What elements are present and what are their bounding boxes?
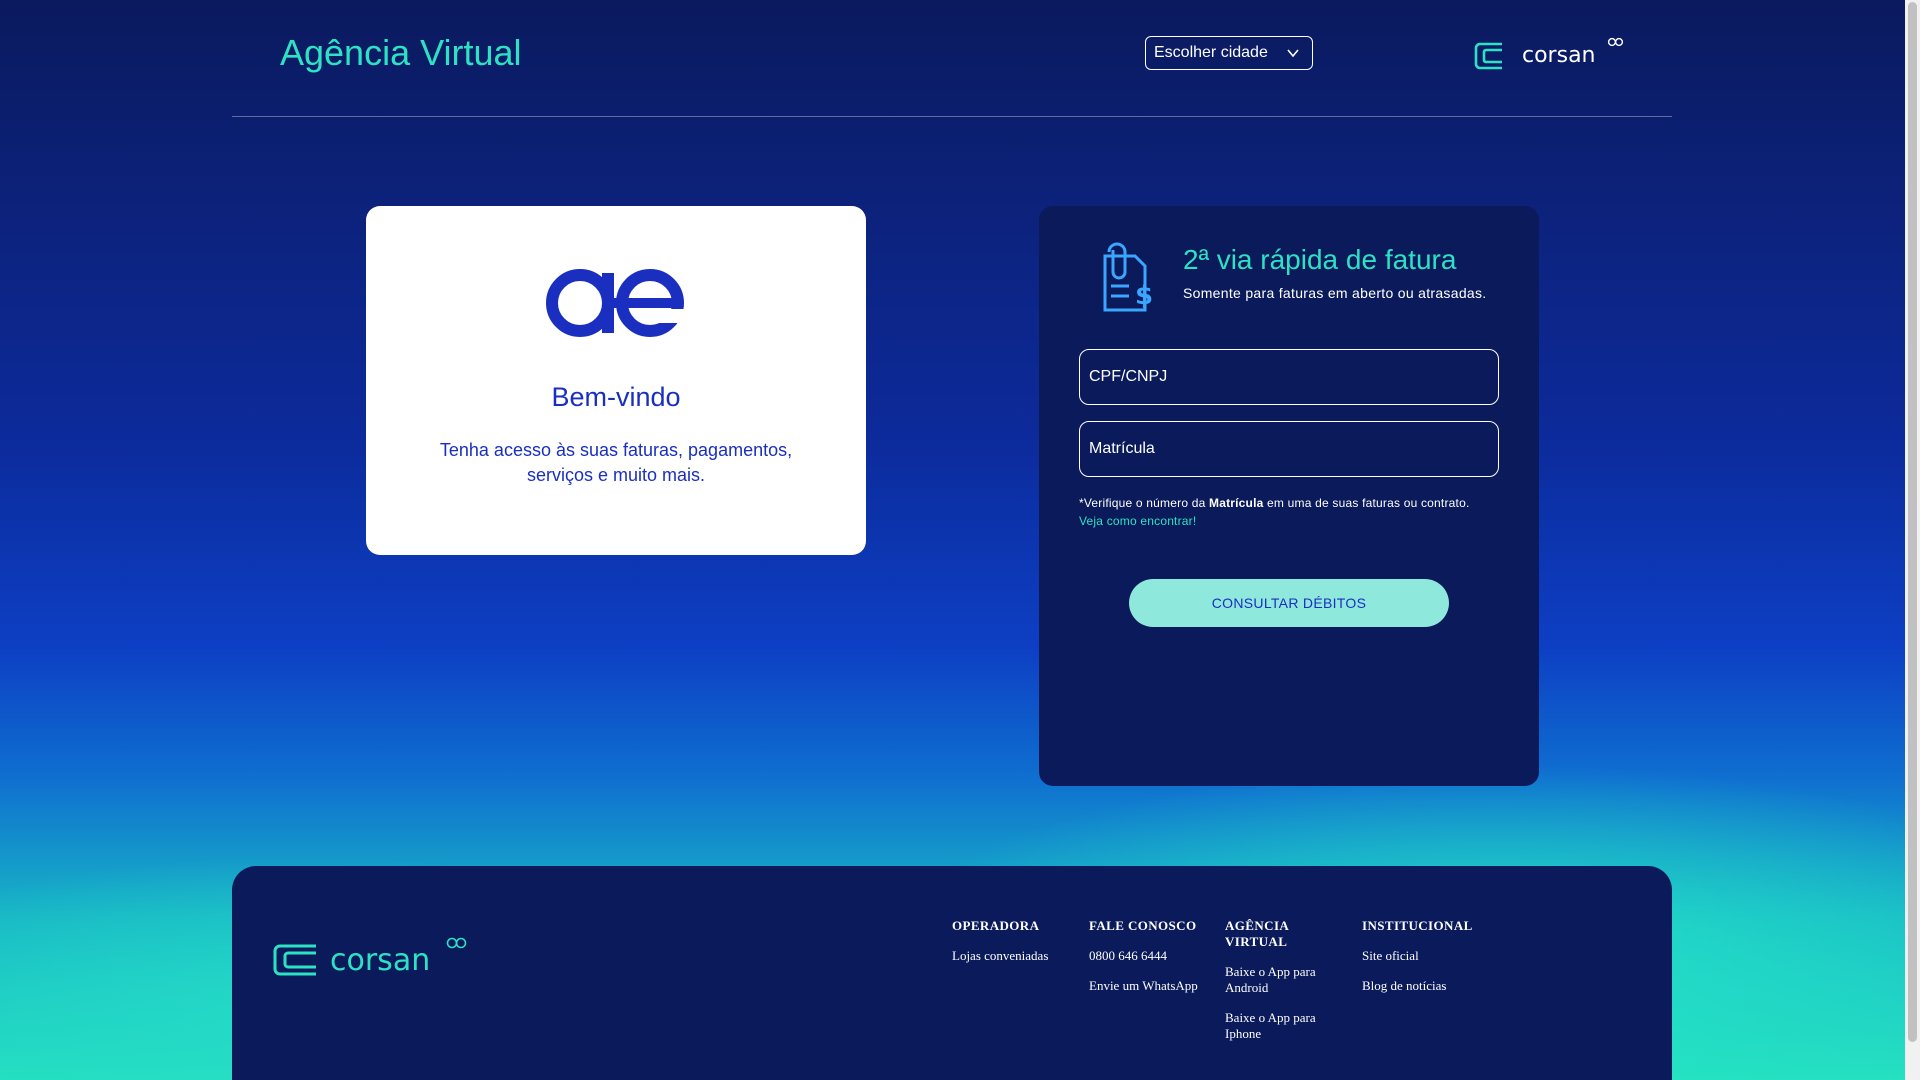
footer-link-android[interactable]: Baixe o App para Android [1225, 964, 1350, 996]
svg-text:$: $ [1135, 281, 1153, 311]
welcome-subtitle: Tenha acesso às suas faturas, pagamentos… [439, 440, 793, 485]
note-prefix: *Verifique o número da [1079, 496, 1210, 510]
corsan-logo[interactable]: corsan [1474, 36, 1626, 72]
footer-column-fale-conosco: FALE CONOSCO 0800 646 6444 Envie um What… [1089, 918, 1214, 1008]
footer-link-lojas[interactable]: Lojas conveniadas [952, 948, 1077, 964]
footer-heading: FALE CONOSCO [1089, 918, 1197, 933]
matricula-note: *Verifique o número da Matrícula em uma … [1079, 494, 1509, 530]
ae-logo-icon [546, 269, 685, 337]
note-bold: Matrícula [1209, 496, 1264, 510]
invoice-title: 2ª via rápida de fatura [1183, 244, 1457, 275]
corsan-footer-logo-text: corsan [330, 943, 430, 978]
invoice-subtitle: Somente para faturas em aberto ou atrasa… [1183, 285, 1487, 301]
cpf-cnpj-input[interactable]: CPF/CNPJ [1079, 349, 1499, 405]
corsan-logo-text: corsan [1522, 43, 1596, 68]
find-matricula-link[interactable]: Veja como encontrar! [1079, 512, 1509, 530]
matricula-input[interactable]: Matrícula [1079, 421, 1499, 477]
footer-link-whatsapp[interactable]: Envie um WhatsApp [1089, 978, 1214, 994]
city-select[interactable]: Escolher cidade [1145, 36, 1313, 70]
cpf-cnpj-placeholder: CPF/CNPJ [1089, 368, 1168, 385]
footer: corsan OPERADORA Lojas conveniadas FALE … [232, 866, 1672, 1080]
consult-debts-button[interactable]: CONSULTAR DÉBITOS [1129, 579, 1449, 627]
footer-link-blog[interactable]: Blog de notícias [1362, 978, 1487, 994]
footer-heading: INSTITUCIONAL [1362, 918, 1473, 933]
footer-column-agencia-virtual: AGÊNCIA VIRTUAL Baixe o App para Android… [1225, 918, 1350, 1056]
footer-heading: OPERADORA [952, 918, 1040, 933]
footer-column-institucional: INSTITUCIONAL Site oficial Blog de notíc… [1362, 918, 1487, 1008]
header: Agência Virtual Escolher cidade corsan [232, 0, 1672, 117]
footer-column-operadora: OPERADORA Lojas conveniadas [952, 918, 1077, 978]
invoice-icon: $ [1103, 242, 1153, 312]
note-suffix: em uma de suas faturas ou contrato. [1263, 496, 1470, 510]
city-select-value: Escolher cidade [1154, 44, 1268, 61]
page-title: Agência Virtual [280, 32, 522, 73]
welcome-card: Bem-vindo Tenha acesso às suas faturas, … [366, 206, 866, 555]
footer-link-phone[interactable]: 0800 646 6444 [1089, 948, 1214, 964]
page-scrollbar[interactable] [1905, 0, 1920, 1080]
chevron-down-icon [1287, 49, 1299, 58]
welcome-heading: Bem-vindo [551, 382, 681, 412]
quick-invoice-card: $ 2ª via rápida de fatura Somente para f… [1039, 206, 1539, 786]
matricula-placeholder: Matrícula [1089, 440, 1155, 457]
footer-link-site[interactable]: Site oficial [1362, 948, 1487, 964]
footer-link-iphone[interactable]: Baixe o App para Iphone [1225, 1010, 1350, 1042]
scrollbar-thumb[interactable] [1908, 2, 1917, 1042]
corsan-footer-logo[interactable]: corsan [272, 936, 472, 980]
footer-heading: AGÊNCIA VIRTUAL [1225, 918, 1289, 949]
